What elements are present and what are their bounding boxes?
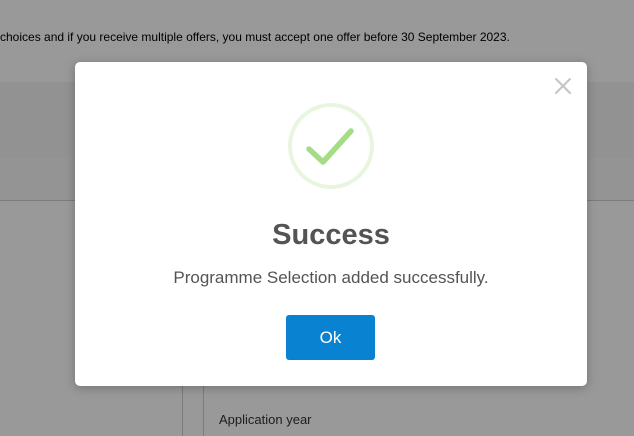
check-circle-icon xyxy=(287,102,375,190)
dialog-title: Success xyxy=(272,219,390,251)
success-dialog: Success Programme Selection added succes… xyxy=(75,62,587,386)
ok-button[interactable]: Ok xyxy=(286,315,375,360)
dialog-message: Programme Selection added successfully. xyxy=(173,268,489,287)
close-icon[interactable] xyxy=(553,76,573,96)
